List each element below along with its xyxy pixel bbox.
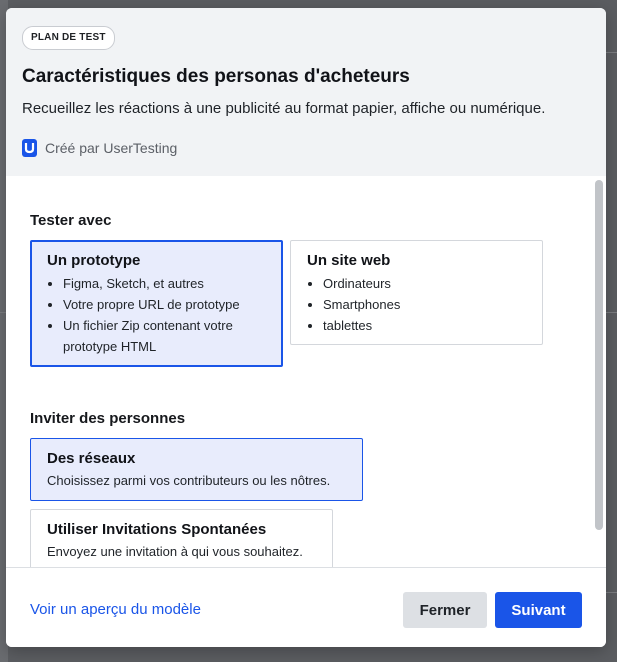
option-website-title: Un site web <box>307 252 391 269</box>
modal-body: Tester avec Un prototype Figma, Sketch, … <box>6 176 606 567</box>
body-scrollbar[interactable] <box>594 178 604 566</box>
preview-template-link[interactable]: Voir un aperçu du modèle <box>30 601 201 618</box>
option-networks-title: Des réseaux <box>47 450 136 467</box>
background-divider <box>606 52 617 53</box>
option-spontaneous-title: Utiliser Invitations Spontanées <box>47 521 267 538</box>
modal-footer: Voir un aperçu du modèle Fermer Suivant <box>6 567 606 647</box>
test-with-label: Tester avec <box>30 212 112 229</box>
option-website-list: Ordinateurs Smartphones tablettes <box>307 273 526 336</box>
test-plan-badge: PLAN DE TEST <box>22 26 115 50</box>
option-prototype-title: Un prototype <box>47 252 141 269</box>
scrollbar-thumb[interactable] <box>595 180 603 530</box>
next-button[interactable]: Suivant <box>495 592 582 628</box>
option-spontaneous-invitations[interactable]: Utiliser Invitations Spontanées Envoyez … <box>30 509 333 567</box>
usertesting-logo-icon <box>22 139 37 157</box>
close-button[interactable]: Fermer <box>403 592 487 628</box>
option-networks[interactable]: Des réseaux Choisissez parmi vos contrib… <box>30 438 363 501</box>
list-item: Ordinateurs <box>323 273 526 294</box>
modal-subtitle: Recueillez les réactions à une publicité… <box>22 100 546 117</box>
background-divider <box>606 312 617 313</box>
modal-header: PLAN DE TEST Caractéristiques des person… <box>6 8 606 176</box>
list-item: Figma, Sketch, et autres <box>63 273 266 294</box>
invite-label: Inviter des personnes <box>30 410 186 427</box>
creator-text: Créé par UserTesting <box>45 140 178 156</box>
list-item: tablettes <box>323 315 526 336</box>
option-spontaneous-description: Envoyez une invitation à qui vous souhai… <box>47 544 303 559</box>
list-item: Votre propre URL de prototype <box>63 294 266 315</box>
option-prototype-list: Figma, Sketch, et autres Votre propre UR… <box>47 273 266 357</box>
test-plan-modal: PLAN DE TEST Caractéristiques des person… <box>6 8 606 647</box>
background-divider <box>606 592 617 593</box>
list-item: Un fichier Zip contenant votre prototype… <box>63 315 266 357</box>
option-website[interactable]: Un site web Ordinateurs Smartphones tabl… <box>290 240 543 345</box>
option-networks-description: Choisissez parmi vos contributeurs ou le… <box>47 473 331 488</box>
creator-line: Créé par UserTesting <box>22 139 177 157</box>
option-prototype[interactable]: Un prototype Figma, Sketch, et autres Vo… <box>30 240 283 367</box>
modal-title: Caractéristiques des personas d'acheteur… <box>22 66 410 87</box>
list-item: Smartphones <box>323 294 526 315</box>
